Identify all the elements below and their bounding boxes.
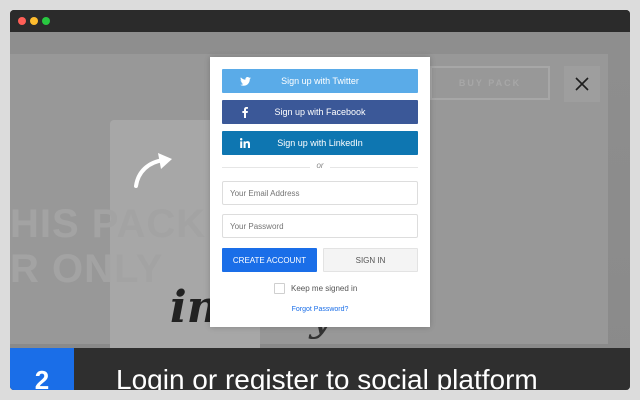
close-window-button[interactable] <box>18 17 26 25</box>
signup-modal: Sign up with Twitter Sign up with Facebo… <box>210 57 430 327</box>
linkedin-signup-label: Sign up with LinkedIn <box>277 138 363 148</box>
facebook-signup-label: Sign up with Facebook <box>274 107 366 117</box>
twitter-signup-label: Sign up with Twitter <box>281 76 359 86</box>
buy-pack-button[interactable]: BUY PACK <box>430 66 550 100</box>
create-account-button[interactable]: CREATE ACCOUNT <box>222 248 317 272</box>
close-modal-button[interactable] <box>564 66 600 102</box>
viewport: HIS PACK R ONLY BUY PACK in y Sign up wi… <box>10 32 630 390</box>
curved-arrow-icon <box>134 153 172 188</box>
email-field[interactable] <box>222 181 418 205</box>
background-headline-line2: R ONLY <box>10 247 164 291</box>
sign-in-button[interactable]: SIGN IN <box>323 248 418 272</box>
twitter-icon <box>238 73 252 89</box>
linkedin-signup-button[interactable]: Sign up with LinkedIn <box>222 131 418 155</box>
step-number-badge: 2 <box>10 348 74 390</box>
keep-signed-in-label: Keep me signed in <box>291 284 358 293</box>
caption-text: Login or register to social platform <box>116 364 538 390</box>
or-label: or <box>310 161 330 170</box>
minimize-window-button[interactable] <box>30 17 38 25</box>
keep-signed-in-row[interactable]: Keep me signed in <box>274 283 357 294</box>
background-headline-line1: HIS PACK <box>10 202 207 246</box>
maximize-window-button[interactable] <box>42 17 50 25</box>
forgot-password-link[interactable]: Forgot Password? <box>210 306 430 313</box>
facebook-signup-button[interactable]: Sign up with Facebook <box>222 100 418 124</box>
facebook-icon <box>238 104 252 120</box>
twitter-signup-button[interactable]: Sign up with Twitter <box>222 69 418 93</box>
browser-window: HIS PACK R ONLY BUY PACK in y Sign up wi… <box>10 10 630 390</box>
linkedin-icon <box>238 135 252 151</box>
keep-signed-in-checkbox[interactable] <box>274 283 285 294</box>
title-bar <box>10 10 630 32</box>
close-icon <box>575 77 589 91</box>
password-field[interactable] <box>222 214 418 238</box>
caption-bar: 2 Login or register to social platform <box>10 348 630 390</box>
